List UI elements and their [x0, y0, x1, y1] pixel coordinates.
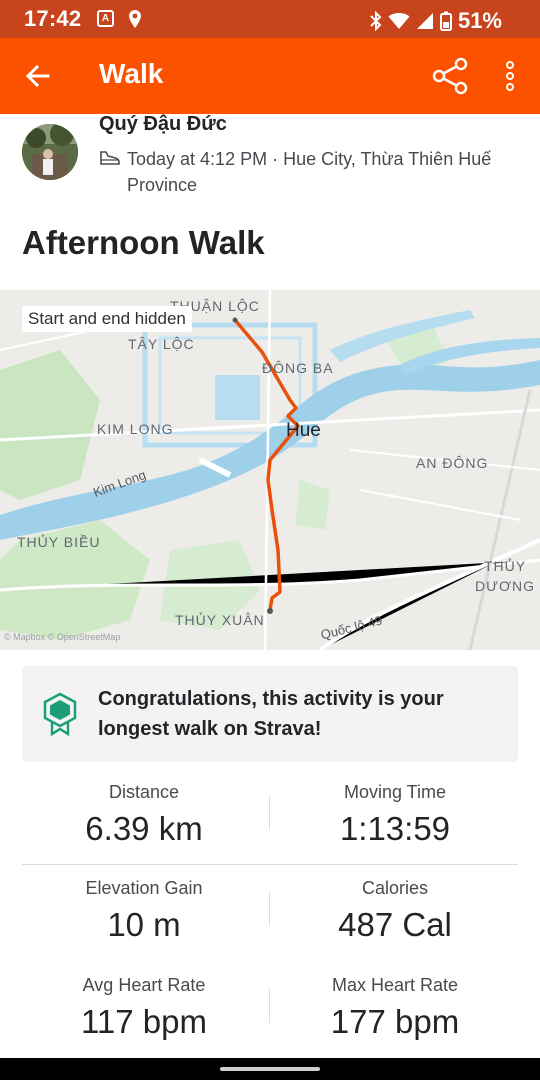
- map-label-district: AN ĐÔNG: [416, 455, 489, 471]
- row-divider: [22, 864, 518, 865]
- avatar[interactable]: [22, 124, 78, 180]
- home-gesture-handle[interactable]: [220, 1067, 320, 1071]
- stat-divider: [269, 892, 270, 926]
- stat-value-calories: 487 Cal: [338, 906, 452, 943]
- status-bar: 17:42 A 51%: [0, 0, 540, 38]
- stat-label-moving-time: Moving Time: [343, 782, 447, 802]
- map-label-district: ĐÔNG BA: [262, 360, 334, 376]
- stat-label-calories: Calories: [361, 878, 429, 898]
- signal-icon: [416, 13, 433, 29]
- location-icon: [129, 10, 141, 28]
- battery-percent: 51%: [457, 8, 502, 33]
- stat-label-distance: Distance: [108, 782, 180, 802]
- map-attribution[interactable]: © Mapbox © OpenStreetMap: [4, 632, 120, 642]
- stat-label-max-heart-rate: Max Heart Rate: [331, 975, 459, 995]
- privacy-notice-badge: Start and end hidden: [22, 306, 192, 332]
- stat-label-elevation: Elevation Gain: [85, 878, 203, 898]
- achievement-text: Congratulations, this activity is your l…: [98, 688, 444, 740]
- arrow-back-icon[interactable]: [20, 58, 56, 94]
- map-city-label: Hue: [286, 420, 321, 441]
- map-label-district: TÂY LỘC: [128, 336, 195, 352]
- more-vertical-icon[interactable]: [496, 56, 524, 96]
- map-label-district: THỦY BIỀU: [17, 534, 101, 550]
- stat-divider: [269, 796, 270, 830]
- achievement-banner[interactable]: Congratulations, this activity is your l…: [22, 666, 518, 762]
- status-indicators: 51%: [370, 8, 502, 34]
- wifi-icon: [388, 13, 410, 29]
- page-title: Walk: [99, 58, 164, 89]
- stat-value-max-heart-rate: 177 bpm: [330, 1003, 460, 1040]
- achievement-badge-icon: [43, 692, 77, 736]
- system-nav-bar: [0, 1058, 540, 1080]
- map-label-district: THỦY DƯƠNG: [474, 558, 536, 594]
- stat-value-moving-time: 1:13:59: [339, 810, 451, 847]
- stat-value-avg-heart-rate: 117 bpm: [81, 1003, 207, 1040]
- stat-label-avg-heart-rate: Avg Heart Rate: [82, 975, 206, 995]
- status-time: 17:42: [24, 6, 82, 31]
- shoe-icon: [100, 151, 120, 165]
- map-label-district: THỦY XUÂN: [175, 612, 265, 628]
- app-bar: Walk: [0, 38, 540, 114]
- route-map[interactable]: THUẬN LỘC TÂY LỘC ĐÔNG BA KIM LONG AN ĐÔ…: [0, 290, 540, 650]
- athlete-name[interactable]: Quý Đậu Đức: [99, 113, 227, 136]
- activity-meta: Today at 4:12 PM · Hue City, Thừa Thiên …: [127, 149, 492, 195]
- stat-value-distance: 6.39 km: [85, 810, 203, 847]
- activity-title: Afternoon Walk: [22, 224, 265, 261]
- stat-value-elevation: 10 m: [107, 906, 181, 943]
- map-label-district: KIM LONG: [97, 421, 174, 437]
- bluetooth-icon: [370, 11, 382, 31]
- battery-icon: [439, 11, 452, 31]
- stat-divider: [269, 989, 270, 1023]
- notification-icon: A: [97, 10, 114, 27]
- share-icon[interactable]: [431, 56, 471, 96]
